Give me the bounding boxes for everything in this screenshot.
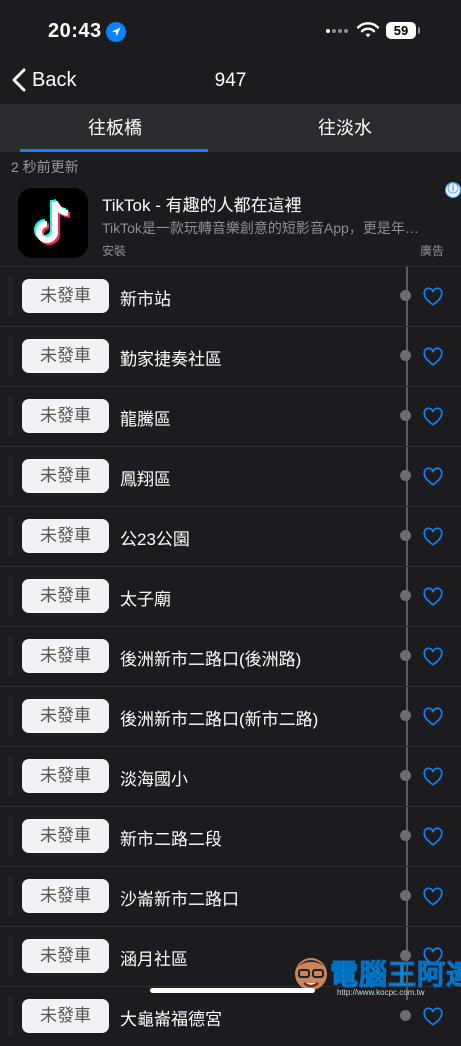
stop-row[interactable]: 未發車 沙崙新市二路口 bbox=[0, 866, 461, 926]
stop-row[interactable]: 未發車 鳳翔區 bbox=[0, 446, 461, 506]
arrival-status-badge: 未發車 bbox=[22, 339, 109, 373]
row-accent bbox=[8, 995, 13, 1037]
ad-info-icon[interactable]: ⓘ bbox=[445, 182, 461, 198]
ad-install-button[interactable]: 安裝 bbox=[102, 242, 126, 259]
stop-name: 後洲新市二路口(後洲路) bbox=[120, 650, 302, 669]
ad-description: TikTok是一款玩轉音樂創意的短影音App，更是年… bbox=[102, 220, 419, 236]
ad-title[interactable]: TikTok - 有趣的人都在這裡 bbox=[102, 191, 302, 216]
tab-to-banqiao[interactable]: 往板橋 bbox=[0, 104, 230, 152]
stop-row[interactable]: 未發車 淡海國小 bbox=[0, 746, 461, 806]
arrival-status-badge: 未發車 bbox=[22, 459, 109, 493]
row-accent bbox=[8, 695, 13, 737]
arrival-status-badge: 未發車 bbox=[22, 819, 109, 853]
stop-node-dot bbox=[400, 710, 411, 721]
stop-node-dot bbox=[400, 770, 411, 781]
row-accent bbox=[8, 815, 13, 857]
stop-node-dot bbox=[400, 530, 411, 541]
stop-name: 新市站 bbox=[120, 290, 171, 309]
heart-icon[interactable] bbox=[422, 286, 444, 308]
heart-icon[interactable] bbox=[422, 406, 444, 428]
watermark-logo: 電腦王阿達 http://www.kocpc.com.tw bbox=[290, 950, 461, 1000]
row-accent bbox=[8, 455, 13, 497]
stop-row[interactable]: 未發車 勤家捷奏社區 bbox=[0, 326, 461, 386]
row-accent bbox=[8, 575, 13, 617]
stop-list: 未發車 新市站 未發車 勤家捷奏社區 未發車 龍騰區 未發車 鳳翔區 未發車 公… bbox=[0, 266, 461, 1046]
stop-row[interactable]: 未發車 太子廟 bbox=[0, 566, 461, 626]
row-accent bbox=[8, 875, 13, 917]
status-bar: 20:43 59 bbox=[0, 0, 461, 60]
stop-row[interactable]: 未發車 新市二路二段 bbox=[0, 806, 461, 866]
stop-name: 公23公園 bbox=[120, 530, 190, 549]
stop-row[interactable]: 未發車 龍騰區 bbox=[0, 386, 461, 446]
row-accent bbox=[8, 395, 13, 437]
status-time: 20:43 bbox=[48, 20, 102, 42]
stop-node-dot bbox=[400, 350, 411, 361]
arrival-status-badge: 未發車 bbox=[22, 999, 109, 1033]
row-accent bbox=[8, 635, 13, 677]
stop-name: 新市二路二段 bbox=[120, 830, 222, 849]
tiktok-logo-icon[interactable] bbox=[18, 188, 88, 258]
stop-name: 鳳翔區 bbox=[120, 470, 171, 489]
heart-icon[interactable] bbox=[422, 886, 444, 908]
row-accent bbox=[8, 335, 13, 377]
wifi-icon bbox=[356, 22, 380, 44]
arrival-status-badge: 未發車 bbox=[22, 399, 109, 433]
arrival-status-badge: 未發車 bbox=[22, 519, 109, 553]
stop-node-dot bbox=[400, 1010, 411, 1021]
location-arrow-icon bbox=[106, 22, 126, 42]
arrival-status-badge: 未發車 bbox=[22, 279, 109, 313]
stop-name: 後洲新市二路口(新市二路) bbox=[120, 710, 319, 729]
stop-row[interactable]: 未發車 後洲新市二路口(新市二路) bbox=[0, 686, 461, 746]
stop-node-dot bbox=[400, 470, 411, 481]
tab-to-tamsui[interactable]: 往淡水 bbox=[230, 104, 460, 152]
heart-icon[interactable] bbox=[422, 766, 444, 788]
arrival-status-badge: 未發車 bbox=[22, 879, 109, 913]
heart-icon[interactable] bbox=[422, 826, 444, 848]
stop-name: 淡海國小 bbox=[120, 770, 188, 789]
stop-name: 太子廟 bbox=[120, 590, 171, 609]
heart-icon[interactable] bbox=[422, 1006, 444, 1028]
stop-node-dot bbox=[400, 650, 411, 661]
direction-tabs: 往板橋 往淡水 bbox=[0, 104, 461, 152]
stop-node-dot bbox=[400, 410, 411, 421]
cellular-signal-icon bbox=[326, 29, 348, 33]
arrival-status-badge: 未發車 bbox=[22, 699, 109, 733]
watermark-text: 電腦王阿達 bbox=[329, 959, 461, 991]
row-accent bbox=[8, 755, 13, 797]
update-time-label: 2 秒前更新 bbox=[11, 159, 79, 175]
ad-label: 廣告 bbox=[419, 244, 444, 258]
stop-node-dot bbox=[400, 830, 411, 841]
stop-name: 大龜崙福德宮 bbox=[120, 1010, 222, 1029]
heart-icon[interactable] bbox=[422, 526, 444, 548]
arrival-status-badge: 未發車 bbox=[22, 939, 109, 973]
arrival-status-badge: 未發車 bbox=[22, 579, 109, 613]
stop-node-dot bbox=[400, 890, 411, 901]
arrival-status-badge: 未發車 bbox=[22, 639, 109, 673]
stop-row[interactable]: 未發車 新市站 bbox=[0, 266, 461, 326]
heart-icon[interactable] bbox=[422, 646, 444, 668]
page-title: 947 bbox=[214, 70, 247, 91]
stop-name: 沙崙新市二路口 bbox=[120, 890, 239, 909]
stop-node-dot bbox=[400, 290, 411, 301]
row-accent bbox=[8, 515, 13, 557]
nav-bar: Back 947 bbox=[0, 60, 461, 104]
arrival-status-badge: 未發車 bbox=[22, 759, 109, 793]
stop-name: 勤家捷奏社區 bbox=[120, 350, 222, 369]
heart-icon[interactable] bbox=[422, 586, 444, 608]
watermark-url: http://www.kocpc.com.tw bbox=[337, 988, 425, 997]
tab-indicator bbox=[20, 149, 208, 152]
stop-name: 龍騰區 bbox=[120, 410, 171, 429]
heart-icon[interactable] bbox=[422, 706, 444, 728]
battery-icon: 59 bbox=[386, 22, 420, 39]
stop-row[interactable]: 未發車 後洲新市二路口(後洲路) bbox=[0, 626, 461, 686]
home-indicator bbox=[150, 988, 315, 993]
ad-banner[interactable]: TikTok - 有趣的人都在這裡 TikTok是一款玩轉音樂創意的短影音App… bbox=[0, 180, 461, 266]
heart-icon[interactable] bbox=[422, 346, 444, 368]
row-accent bbox=[8, 275, 13, 317]
stop-name: 涵月社區 bbox=[120, 950, 188, 969]
stop-node-dot bbox=[400, 590, 411, 601]
heart-icon[interactable] bbox=[422, 466, 444, 488]
stop-row[interactable]: 未發車 公23公園 bbox=[0, 506, 461, 566]
row-accent bbox=[8, 935, 13, 977]
